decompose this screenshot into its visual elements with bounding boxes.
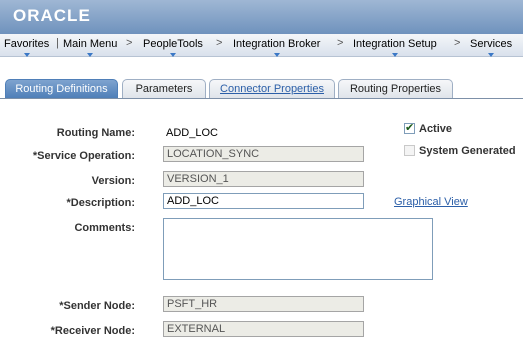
header-bar: ORACLE <box>0 0 523 34</box>
nav-label: Services <box>470 38 513 50</box>
nav-label: Integration Setup <box>353 38 437 50</box>
tab-label: Routing Properties <box>349 83 442 95</box>
nav-separator: > <box>216 37 223 49</box>
chevron-down-icon <box>23 53 30 57</box>
nav-integration-broker[interactable]: Integration Broker <box>233 38 321 57</box>
active-label: Active <box>419 123 453 135</box>
nav-integration-setup[interactable]: Integration Setup <box>353 38 437 57</box>
nav-label: Favorites <box>4 38 50 50</box>
chevron-down-icon <box>273 53 280 57</box>
oracle-logo: ORACLE <box>13 6 91 25</box>
nav-separator: > <box>337 37 344 49</box>
chevron-down-icon <box>169 53 176 57</box>
nav-label: Main Menu <box>63 38 118 50</box>
tab-connector-properties[interactable]: Connector Properties <box>209 79 335 98</box>
tab-routing-definitions[interactable]: Routing Definitions <box>5 79 118 98</box>
nav-separator: > <box>126 37 133 49</box>
version-field: VERSION_1 <box>163 171 364 187</box>
nav-services[interactable]: Services <box>470 38 513 57</box>
nav-main-menu[interactable]: Main Menu <box>63 38 118 57</box>
service-operation-field: LOCATION_SYNC <box>163 146 364 162</box>
nav-separator: | <box>56 37 59 49</box>
breadcrumb: Favorites | Main Menu > PeopleTools > In… <box>0 34 523 57</box>
tab-routing-properties[interactable]: Routing Properties <box>338 79 453 98</box>
system-generated-label: System Generated <box>419 145 516 157</box>
nav-label: Integration Broker <box>233 38 321 50</box>
tab-label: Routing Definitions <box>15 83 108 95</box>
active-checkbox[interactable] <box>404 121 415 134</box>
system-generated-checkbox <box>404 145 415 156</box>
receiver-node-field: EXTERNAL <box>163 321 364 337</box>
routing-name-label: Routing Name: <box>56 127 135 139</box>
comments-label: Comments: <box>74 222 135 234</box>
chevron-down-icon <box>391 53 398 57</box>
tab-parameters[interactable]: Parameters <box>122 79 206 98</box>
chevron-down-icon <box>488 53 495 57</box>
sender-node-field: PSFT_HR <box>163 296 364 312</box>
nav-label: PeopleTools <box>143 38 203 50</box>
sender-node-label: *Sender Node: <box>59 300 135 312</box>
tab-label: Connector Properties <box>220 83 324 95</box>
nav-favorites[interactable]: Favorites <box>4 38 50 57</box>
description-label: *Description: <box>66 197 135 209</box>
description-field[interactable]: ADD_LOC <box>163 193 364 209</box>
tab-divider <box>0 98 523 99</box>
routing-name-value: ADD_LOC <box>166 127 218 139</box>
comments-textarea[interactable] <box>163 218 433 280</box>
receiver-node-label: *Receiver Node: <box>50 325 135 337</box>
graphical-view-link[interactable]: Graphical View <box>394 196 468 208</box>
version-label: Version: <box>91 175 135 187</box>
nav-separator: > <box>454 37 461 49</box>
nav-peopletools[interactable]: PeopleTools <box>143 38 203 57</box>
service-operation-label: *Service Operation: <box>32 150 135 162</box>
tab-label: Parameters <box>135 83 193 95</box>
chevron-down-icon <box>87 53 94 57</box>
